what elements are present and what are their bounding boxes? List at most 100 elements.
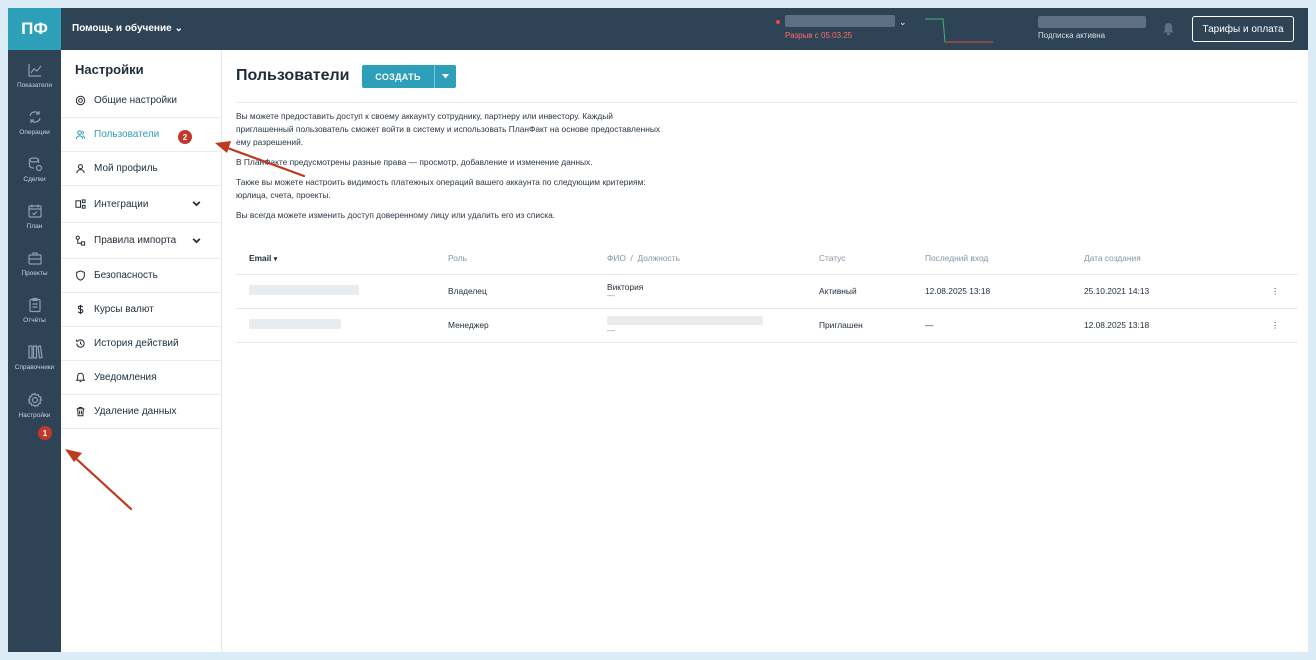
cell-email	[236, 308, 448, 343]
app-logo[interactable]: ПФ	[8, 8, 61, 50]
rail-item-label: Проекты	[21, 270, 48, 277]
settings-item-label: Уведомления	[94, 372, 157, 383]
subscription-status: Подписка активна	[1038, 31, 1106, 40]
rail-item-indicators[interactable]: Показатели	[8, 58, 61, 102]
tariffs-button[interactable]: Тарифы и оплата	[1192, 16, 1294, 42]
gear-icon	[75, 95, 86, 106]
settings-item-general[interactable]: Общие настройки	[61, 84, 222, 118]
rail-item-label: План	[26, 223, 43, 230]
chevron-down-icon[interactable]: ⌄	[899, 17, 907, 28]
settings-panel: Настройки Общие настройки Пользователи М…	[61, 50, 222, 652]
table-row[interactable]: Менеджер — Приглашен — 12.08.2025 13:18 …	[236, 308, 1298, 343]
table-header-row: Email ▾ Роль ФИО / Должность Статус Посл…	[236, 243, 1298, 275]
chevron-down-icon: ⌄	[174, 23, 183, 34]
caret-down-icon	[442, 74, 449, 79]
balance-sparkline	[925, 18, 993, 43]
page-title: Пользователи	[236, 67, 350, 84]
rail-item-label: Показатели	[17, 82, 52, 89]
sort-caret-icon: ▾	[273, 256, 278, 264]
rail-item-label: Настройки	[18, 412, 51, 419]
create-user-button[interactable]: СОЗДАТЬ	[362, 65, 456, 88]
rail-item-deals[interactable]: Сделки	[8, 152, 61, 196]
users-icon	[75, 130, 86, 140]
rail-item-operations[interactable]: Операции	[8, 105, 61, 149]
cell-role: Владелец	[448, 274, 607, 309]
integrations-icon	[75, 198, 86, 209]
top-bar: Помощь и обучение ⌄ ⌄ Разрыв с 05.03.25 …	[61, 8, 1308, 50]
redacted-email	[249, 319, 341, 329]
shield-icon	[76, 270, 85, 281]
settings-item-label: История действий	[94, 338, 179, 349]
settings-item-notifications[interactable]: Уведомления	[61, 361, 222, 395]
step-badge-1: 1	[38, 426, 52, 440]
cell-fio: Виктория —	[607, 274, 819, 309]
rail-item-label: Отчёты	[23, 317, 46, 324]
create-dropdown-toggle[interactable]	[434, 65, 456, 88]
rail-item-plan[interactable]: План	[8, 199, 61, 243]
settings-item-profile[interactable]: Мой профиль	[61, 152, 222, 186]
redacted-account	[785, 15, 895, 27]
column-email[interactable]: Email ▾	[236, 243, 448, 275]
deals-icon	[28, 157, 42, 172]
cell-last-login: 12.08.2025 13:18	[925, 274, 1084, 309]
settings-item-label: Интеграции	[94, 198, 149, 210]
rail-item-references[interactable]: Справочники	[8, 340, 61, 384]
fio-position: —	[607, 325, 615, 335]
column-fio: ФИО / Должность	[607, 243, 819, 275]
gear-icon	[27, 392, 42, 408]
row-menu-icon[interactable]: ⋮	[1252, 274, 1298, 309]
bell-icon	[75, 372, 86, 383]
gap-warning[interactable]: Разрыв с 05.03.25	[785, 31, 852, 40]
settings-item-currency[interactable]: Курсы валют	[61, 293, 222, 327]
chevron-down-icon	[192, 238, 201, 244]
step-badge-2: 2	[178, 130, 192, 144]
main-content: Пользователи СОЗДАТЬ Вы можете предостав…	[223, 50, 1308, 652]
rail-item-label: Справочники	[14, 364, 55, 371]
bell-icon[interactable]	[1162, 22, 1175, 36]
settings-item-integrations[interactable]: Интеграции	[61, 186, 222, 223]
history-icon	[76, 339, 85, 348]
books-icon	[27, 345, 43, 359]
cell-fio: —	[607, 308, 819, 343]
rail-item-projects[interactable]: Проекты	[8, 246, 61, 290]
fio-position: —	[607, 291, 615, 300]
app-window: ПФ Показатели Операции Сделки План Проек…	[8, 8, 1308, 652]
help-menu[interactable]: Помощь и обучение ⌄	[72, 23, 183, 34]
settings-item-import-rules[interactable]: Правила импорта	[61, 223, 222, 259]
row-menu-icon[interactable]: ⋮	[1252, 308, 1298, 343]
cell-email	[236, 274, 448, 309]
settings-item-label: Общие настройки	[94, 95, 177, 106]
cell-status: Приглашен	[819, 308, 925, 343]
alert-dot	[776, 20, 780, 24]
create-button-label: СОЗДАТЬ	[375, 71, 421, 82]
column-role: Роль	[448, 243, 607, 275]
users-table: Email ▾ Роль ФИО / Должность Статус Посл…	[236, 243, 1298, 343]
table-row[interactable]: Владелец Виктория — Активный 12.08.2025 …	[236, 274, 1298, 309]
rail-item-settings[interactable]: Настройки	[8, 388, 61, 432]
settings-item-history[interactable]: История действий	[61, 327, 222, 361]
settings-item-label: Удаление данных	[94, 406, 177, 417]
rail-item-reports[interactable]: Отчёты	[8, 293, 61, 337]
settings-item-label: Правила импорта	[94, 235, 177, 246]
rail-item-label: Операции	[19, 129, 50, 136]
settings-item-users[interactable]: Пользователи	[61, 118, 222, 152]
column-created: Дата создания	[1084, 243, 1252, 275]
settings-item-security[interactable]: Безопасность	[61, 259, 222, 293]
description-paragraph: Вы можете предоставить доступ к своему а…	[236, 111, 661, 147]
chevron-down-icon	[192, 201, 201, 207]
calendar-icon	[27, 204, 42, 218]
rail-item-label: Сделки	[23, 176, 46, 183]
settings-item-label: Курсы валют	[94, 304, 154, 315]
briefcase-icon	[27, 252, 42, 265]
dollar-icon	[77, 304, 84, 315]
clipboard-icon	[28, 297, 41, 313]
rules-icon	[75, 235, 86, 246]
cell-created: 12.08.2025 13:18	[1084, 308, 1252, 343]
settings-item-label: Пользователи	[94, 129, 160, 140]
settings-item-delete-data[interactable]: Удаление данных	[61, 395, 222, 429]
divider	[236, 102, 1298, 103]
redacted-user	[1038, 16, 1146, 28]
description-paragraph: Также вы можете настроить видимость плат…	[236, 177, 646, 200]
settings-item-label: Безопасность	[94, 270, 158, 281]
cell-role: Менеджер	[448, 308, 607, 343]
